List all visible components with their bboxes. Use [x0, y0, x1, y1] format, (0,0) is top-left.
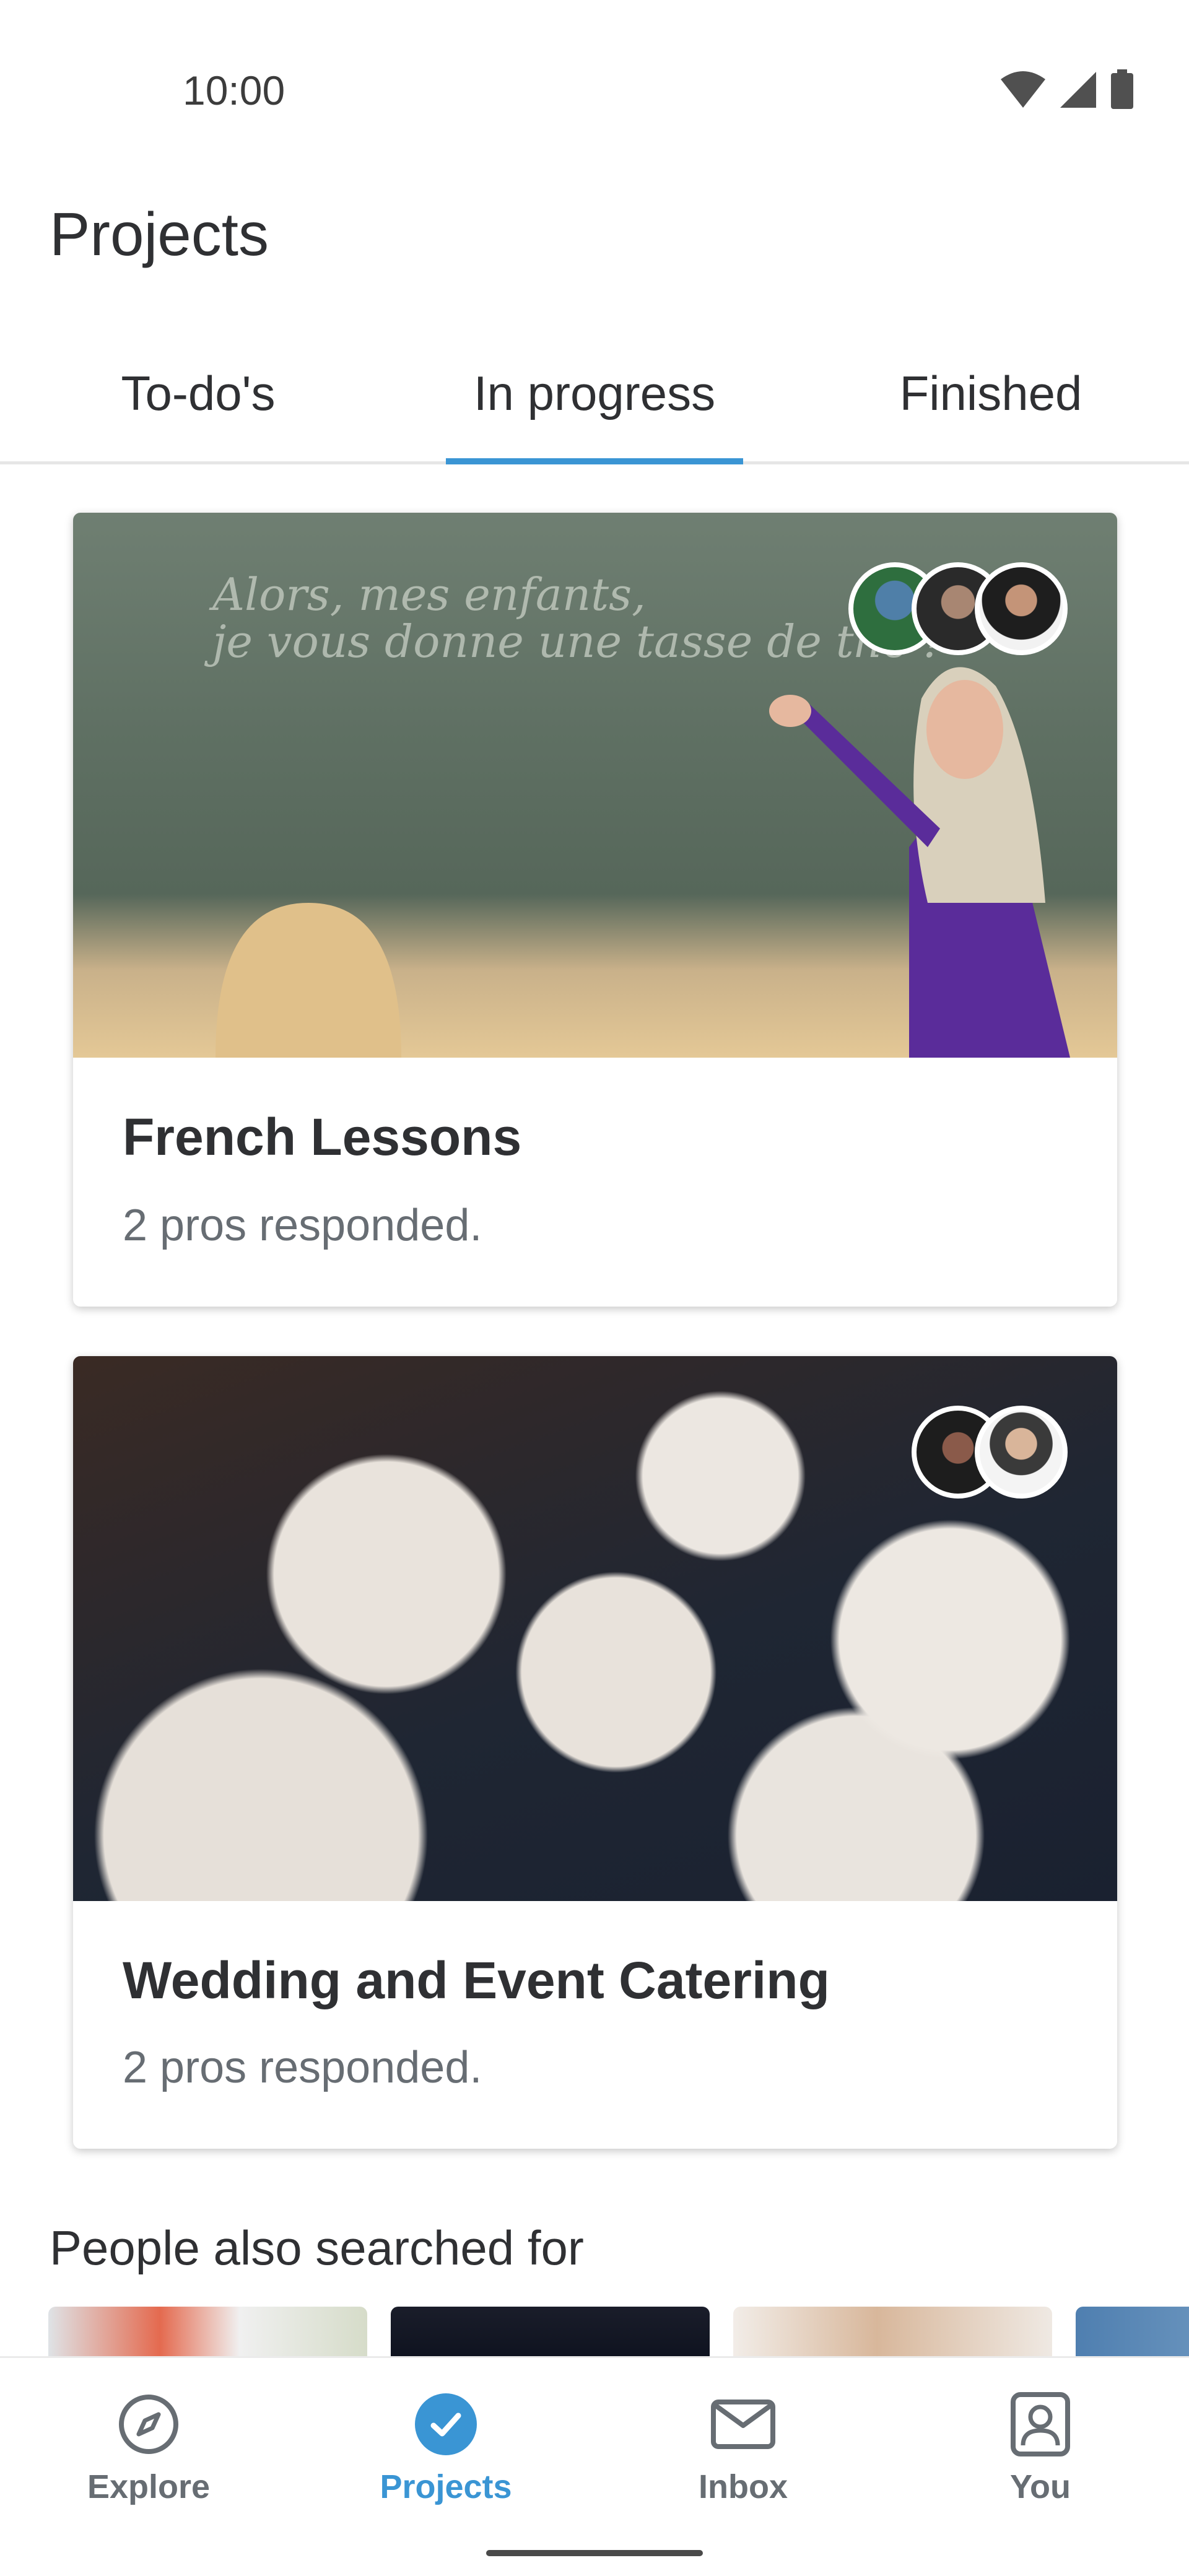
user-icon	[1008, 2392, 1073, 2456]
suggestion-card[interactable]	[48, 2307, 367, 2356]
card-title: Wedding and Event Catering	[123, 1951, 830, 2009]
nav-you[interactable]: You	[892, 2358, 1189, 2576]
tab-in-progress[interactable]: In progress	[396, 347, 793, 464]
tab-bar: To-do's In progress Finished	[0, 347, 1189, 464]
suggestion-card[interactable]	[1076, 2307, 1189, 2356]
nav-projects[interactable]: Projects	[297, 2358, 594, 2576]
page-title: Projects	[50, 200, 269, 268]
status-icons	[1000, 69, 1135, 110]
check-circle-icon	[414, 2392, 478, 2456]
signal-icon	[1060, 72, 1096, 108]
card-subtitle: 2 pros responded.	[123, 2043, 482, 2092]
envelope-icon	[711, 2392, 775, 2456]
nav-label: You	[1010, 2468, 1071, 2505]
nav-label: Projects	[380, 2468, 512, 2505]
card-image-teacher: Alors, mes enfants, je vous donne une ta…	[73, 513, 1117, 1058]
tab-finished[interactable]: Finished	[793, 347, 1189, 461]
teacher-figure	[769, 667, 1070, 1058]
suggestion-card[interactable]	[733, 2307, 1052, 2356]
bottom-navigation: Explore Projects Inbox You	[0, 2356, 1189, 2576]
chalkboard-line: Alors, mes enfants,	[212, 568, 646, 620]
card-image-catering	[73, 1356, 1117, 1901]
project-card-wedding-catering[interactable]: Wedding and Event Catering 2 pros respon…	[73, 1356, 1117, 2149]
pro-avatars	[912, 1406, 1068, 1499]
status-time: 10:00	[183, 67, 285, 113]
also-searched-carousel[interactable]	[48, 2307, 1189, 2356]
project-card-french-lessons[interactable]: Alors, mes enfants, je vous donne une ta…	[73, 513, 1117, 1307]
wifi-icon	[1001, 71, 1045, 108]
card-subtitle: 2 pros responded.	[123, 1201, 482, 1250]
nav-label: Explore	[87, 2468, 211, 2505]
home-indicator[interactable]	[486, 2550, 703, 2556]
nav-explore[interactable]: Explore	[0, 2358, 297, 2576]
student-head	[216, 903, 401, 1058]
also-searched-title: People also searched for	[50, 2221, 584, 2275]
pro-avatars	[848, 562, 1068, 655]
card-title: French Lessons	[123, 1108, 522, 1166]
battery-icon	[1111, 69, 1133, 109]
tab-todos[interactable]: To-do's	[0, 347, 396, 461]
avatar	[975, 1406, 1068, 1499]
nav-inbox[interactable]: Inbox	[594, 2358, 892, 2576]
suggestion-card[interactable]	[391, 2307, 710, 2356]
nav-label: Inbox	[699, 2468, 788, 2505]
screen: 10:00 Projects To-do's In progress Finis…	[0, 0, 1189, 2576]
status-bar: 10:00	[0, 0, 1189, 142]
avatar	[975, 562, 1068, 655]
compass-icon	[116, 2392, 181, 2456]
